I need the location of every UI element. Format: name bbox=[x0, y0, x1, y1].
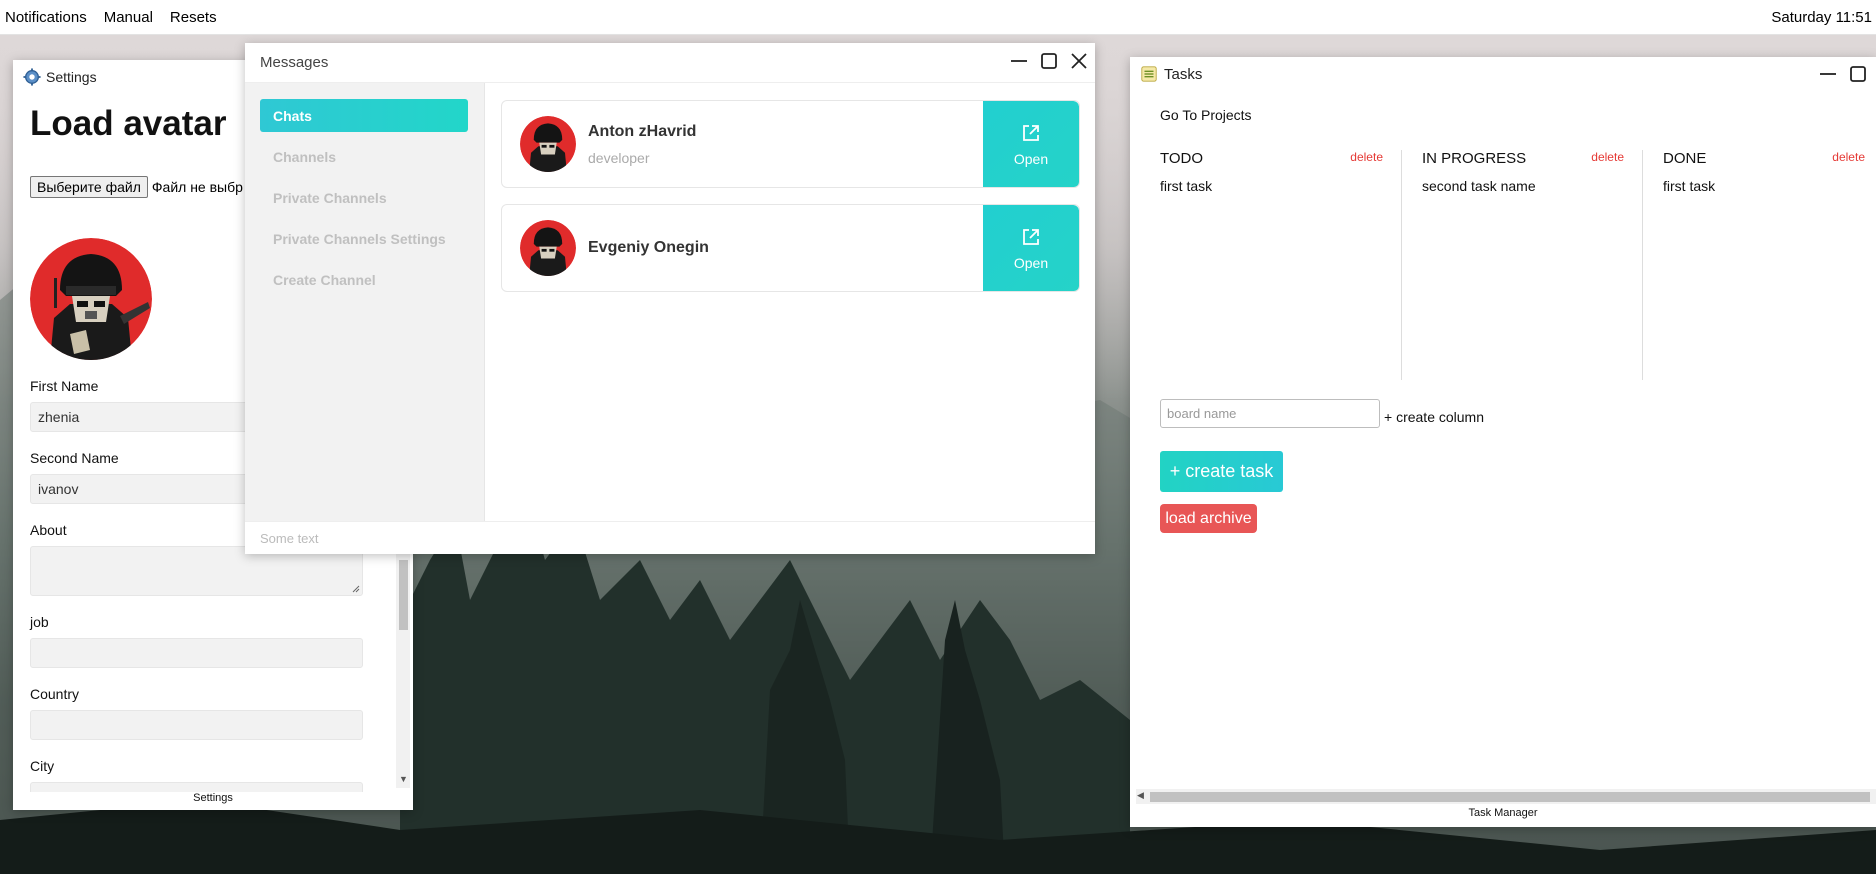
create-task-button[interactable]: + create task bbox=[1160, 451, 1283, 492]
job-label: job bbox=[30, 614, 49, 630]
clock: Saturday 11:51 bbox=[1771, 9, 1872, 26]
avatar-image bbox=[30, 238, 152, 360]
message-input[interactable]: Some text bbox=[245, 521, 1095, 554]
messages-title: Messages bbox=[260, 54, 329, 71]
tasks-titlebar[interactable]: Tasks bbox=[1130, 57, 1876, 91]
chat-avatar bbox=[520, 220, 576, 276]
task-card[interactable]: first task bbox=[1663, 178, 1865, 194]
scrollbar-thumb[interactable] bbox=[399, 560, 408, 630]
chat-name: Anton zHavrid bbox=[588, 122, 697, 140]
task-card[interactable]: second task name bbox=[1422, 178, 1624, 194]
scroll-down-icon[interactable]: ▼ bbox=[399, 774, 408, 784]
task-board: TODO delete first task IN PROGRESS delet… bbox=[1160, 150, 1876, 380]
minimize-icon[interactable] bbox=[1818, 64, 1838, 84]
tasks-footer: Task Manager bbox=[1468, 807, 1538, 819]
board-name-input[interactable]: board name bbox=[1160, 399, 1380, 428]
maximize-icon[interactable] bbox=[1039, 51, 1059, 71]
menu-resets[interactable]: Resets bbox=[165, 9, 222, 26]
board-column: TODO delete first task bbox=[1160, 150, 1401, 380]
chat-role: developer bbox=[588, 149, 650, 166]
nav-chats[interactable]: Chats bbox=[260, 99, 468, 132]
chat-avatar bbox=[520, 116, 576, 172]
chat-info: Evgeniy Onegin bbox=[588, 239, 709, 257]
nav-private-channels-settings[interactable]: Private Channels Settings bbox=[260, 222, 468, 255]
column-header: IN PROGRESS delete bbox=[1422, 150, 1624, 167]
job-input[interactable] bbox=[30, 638, 363, 668]
column-header: DONE delete bbox=[1663, 150, 1865, 167]
chat-avatar-image bbox=[520, 116, 576, 172]
settings-scrollbar[interactable]: ▼ bbox=[396, 554, 410, 788]
external-link-icon bbox=[1023, 229, 1039, 245]
task-card[interactable]: first task bbox=[1160, 178, 1383, 194]
messages-sidebar: Chats Channels Private Channels Private … bbox=[245, 83, 485, 521]
open-label: Open bbox=[1013, 151, 1049, 167]
chat-info: Anton zHavrid developer bbox=[588, 123, 696, 166]
tasks-horizontal-scrollbar[interactable]: ◀ bbox=[1136, 789, 1876, 804]
file-status: Файл не выбр bbox=[151, 179, 243, 195]
top-menubar: Notifications Manual Resets Saturday 11:… bbox=[0, 0, 1876, 35]
messages-titlebar[interactable]: Messages bbox=[245, 43, 1095, 83]
delete-column-button[interactable]: delete bbox=[1350, 150, 1383, 167]
column-title: TODO bbox=[1160, 150, 1204, 167]
tasks-window: Tasks Go To Projects TODO delete first t… bbox=[1130, 57, 1876, 827]
column-header: TODO delete bbox=[1160, 150, 1383, 167]
gear-icon bbox=[23, 68, 41, 86]
close-icon[interactable] bbox=[1069, 51, 1089, 71]
column-title: IN PROGRESS bbox=[1422, 150, 1527, 167]
chat-avatar-image bbox=[520, 220, 576, 276]
chat-item[interactable]: Anton zHavrid developer Open bbox=[501, 100, 1080, 188]
scrollbar-thumb[interactable] bbox=[1150, 792, 1870, 802]
external-link-icon bbox=[1023, 125, 1039, 141]
country-input[interactable] bbox=[30, 710, 363, 740]
go-to-projects-link[interactable]: Go To Projects bbox=[1160, 107, 1252, 123]
task-list-icon bbox=[1141, 66, 1157, 82]
board-column: DONE delete first task bbox=[1642, 150, 1876, 380]
settings-footer: Settings bbox=[13, 792, 413, 810]
resize-grip-icon[interactable] bbox=[352, 585, 360, 593]
chat-name: Evgeniy Onegin bbox=[588, 239, 709, 256]
open-chat-button[interactable]: Open bbox=[983, 205, 1079, 291]
menu-notifications[interactable]: Notifications bbox=[0, 9, 92, 26]
column-title: DONE bbox=[1663, 150, 1707, 167]
window-controls bbox=[1009, 51, 1089, 71]
create-column-button[interactable]: + create column bbox=[1384, 409, 1484, 425]
open-label: Open bbox=[1013, 255, 1049, 271]
maximize-icon[interactable] bbox=[1848, 64, 1868, 84]
choose-file-button[interactable]: Выберите файл bbox=[30, 176, 148, 198]
minimize-icon[interactable] bbox=[1009, 51, 1029, 71]
delete-column-button[interactable]: delete bbox=[1591, 150, 1624, 167]
tasks-title: Tasks bbox=[1164, 65, 1203, 83]
create-column-row: board name + create column bbox=[1160, 399, 1484, 428]
load-archive-button[interactable]: load archive bbox=[1160, 504, 1257, 533]
country-label: Country bbox=[30, 686, 80, 702]
nav-channels[interactable]: Channels bbox=[260, 140, 468, 173]
chat-item[interactable]: Evgeniy Onegin Open bbox=[501, 204, 1080, 292]
settings-title: Settings bbox=[46, 69, 97, 85]
board-column: IN PROGRESS delete second task name bbox=[1401, 150, 1642, 380]
nav-private-channels[interactable]: Private Channels bbox=[260, 181, 468, 214]
open-chat-button[interactable]: Open bbox=[983, 101, 1079, 187]
chat-list: Anton zHavrid developer Open Evgeniy One… bbox=[501, 100, 1081, 308]
messages-window: Messages Chats Channels Private Channels… bbox=[245, 43, 1095, 554]
scroll-left-icon[interactable]: ◀ bbox=[1137, 790, 1144, 801]
avatar bbox=[30, 238, 152, 360]
menu-manual[interactable]: Manual bbox=[99, 9, 158, 26]
window-controls bbox=[1818, 64, 1868, 84]
delete-column-button[interactable]: delete bbox=[1832, 150, 1865, 167]
city-label: City bbox=[30, 758, 55, 774]
nav-create-channel[interactable]: Create Channel bbox=[260, 263, 468, 296]
